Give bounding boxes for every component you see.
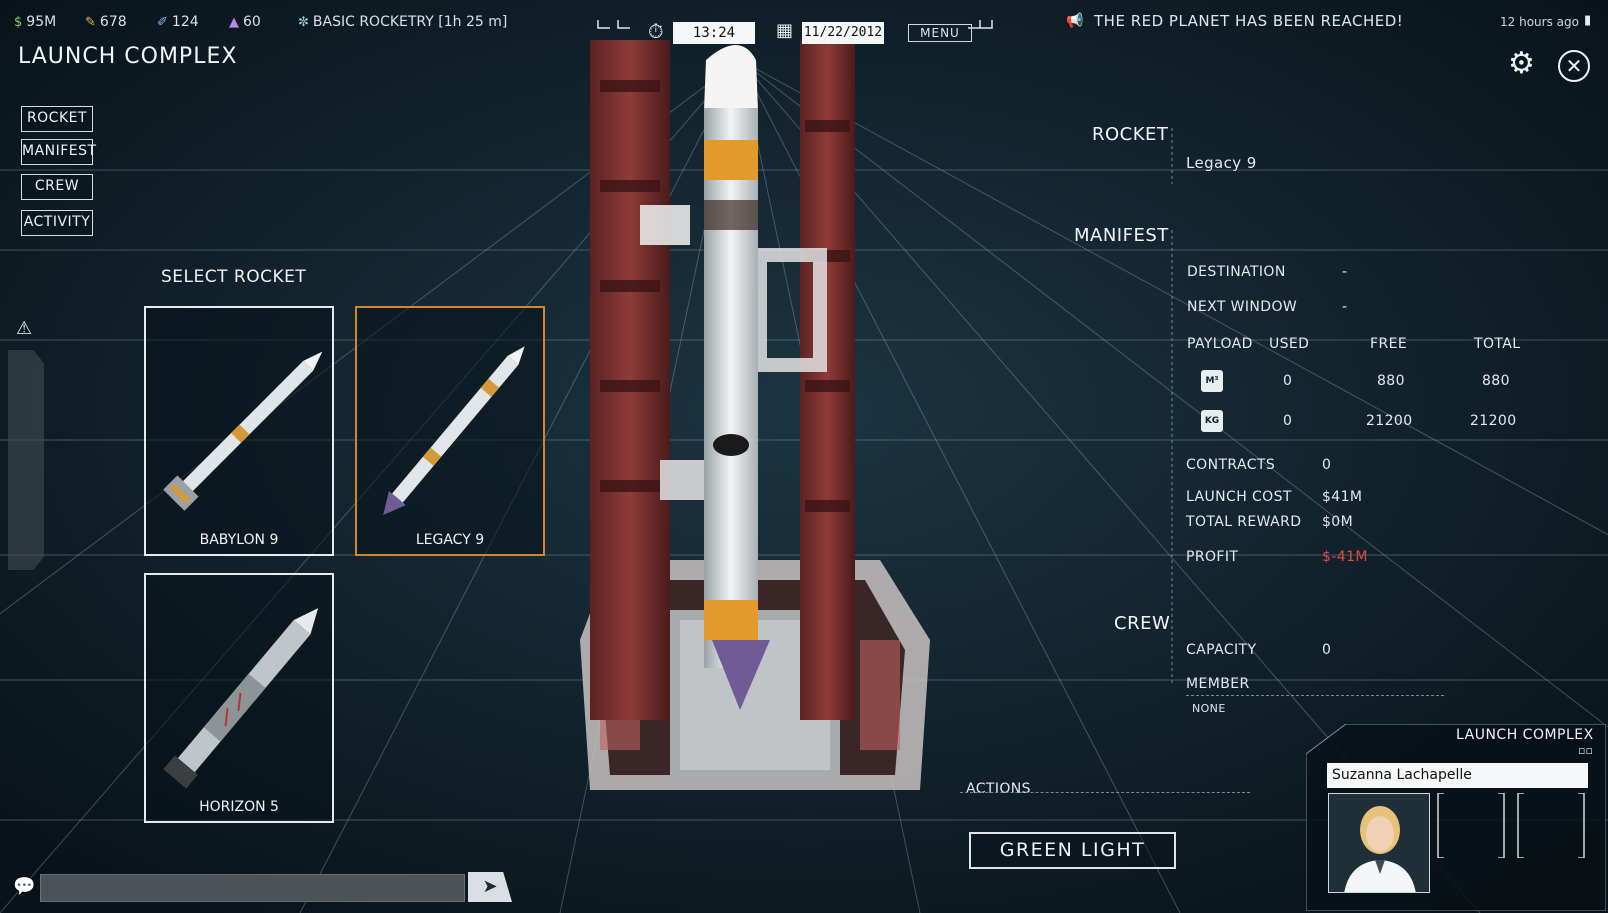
rocket-header: ROCKET (1092, 124, 1169, 145)
nav-manifest-button[interactable]: MANIFEST (21, 139, 96, 165)
nav-activity-button[interactable]: ACTIVITY (21, 210, 93, 236)
megaphone-icon: 📢 (1066, 13, 1084, 29)
green-light-button[interactable]: GREEN LIGHT (969, 832, 1176, 869)
news-headline[interactable]: THE RED PLANET HAS BEEN REACHED! (1094, 12, 1403, 30)
dollar-icon: $ (14, 14, 23, 30)
resource-d-value: 60 (243, 14, 261, 30)
triangle-icon: ▲ (229, 14, 239, 30)
chat-input[interactable] (40, 874, 465, 902)
select-rocket-label: SELECT ROCKET (161, 267, 307, 287)
volume-total: 880 (1482, 373, 1510, 389)
volume-free: 880 (1377, 373, 1405, 389)
capacity-label: CAPACITY (1186, 642, 1257, 658)
rocket-icon (383, 346, 525, 515)
resource-b-indicator: ✎ 678 (85, 14, 127, 30)
resource-b-value: 678 (99, 14, 127, 30)
time-controls: ⏱ 13:24 ▦ 11/22/2012 MENU (588, 8, 1008, 44)
rocket-icon (163, 608, 319, 789)
nav-crew-button[interactable]: CREW (21, 174, 93, 200)
game-clock: 13:24 (673, 22, 755, 44)
next-window-label: NEXT WINDOW (1187, 299, 1298, 315)
character-name: Suzanna Lachapelle (1327, 763, 1588, 788)
nav-rocket-button[interactable]: ROCKET (21, 106, 93, 132)
news-panel-icon[interactable]: ▮ (1584, 13, 1591, 28)
launch-cost-label: LAUNCH COST (1186, 489, 1292, 505)
total-reward-value: $0M (1322, 514, 1354, 530)
chat-icon[interactable]: 💬 (13, 876, 35, 897)
panel-expand-icon[interactable]: ▫▫ (1578, 744, 1593, 757)
stopwatch-icon[interactable]: ⏱ (648, 19, 664, 43)
avatar (1329, 794, 1429, 892)
info-panel-bracket (1171, 128, 1173, 684)
destination-value: - (1342, 264, 1348, 280)
total-header: TOTAL (1474, 336, 1521, 352)
warning-icon[interactable]: ⚠ (16, 318, 32, 339)
contracts-label: CONTRACTS (1186, 457, 1276, 473)
rocket-card-name: BABYLON 9 (199, 532, 279, 548)
rocket-card-name: LEGACY 9 (415, 532, 485, 548)
close-icon[interactable]: ✕ (1558, 50, 1590, 82)
manifest-header: MANIFEST (1074, 225, 1169, 246)
money-value: 95M (26, 14, 57, 30)
next-window-value: - (1342, 299, 1348, 315)
member-label: MEMBER (1186, 676, 1250, 692)
atom-icon: ✼ (298, 14, 309, 30)
total-reward-label: TOTAL REWARD (1186, 514, 1302, 530)
menu-button[interactable]: MENU (908, 24, 972, 42)
settings-gear-icon[interactable]: ⚙ (1508, 46, 1535, 81)
rocket-card-babylon-9[interactable]: BABYLON 9 (144, 306, 334, 556)
used-header: USED (1269, 336, 1310, 352)
research-value: BASIC ROCKETRY [1h 25 m] (312, 14, 508, 30)
rocket-icon (163, 351, 323, 511)
contracts-value: 0 (1322, 457, 1332, 473)
news-timestamp: 12 hours ago (1500, 15, 1579, 29)
mass-icon: KG (1201, 410, 1223, 432)
character-portrait[interactable] (1328, 793, 1430, 893)
crew-slot-empty[interactable] (1436, 793, 1506, 858)
top-status-bar: $ 95M ✎ 678 ✐ 124 ▲ 60 ✼ BASIC ROCKETRY … (0, 0, 1608, 44)
destination-label: DESTINATION (1187, 264, 1286, 280)
resource-c-indicator: ✐ 124 (157, 14, 199, 30)
mass-free: 21200 (1366, 413, 1413, 429)
character-panel-title: LAUNCH COMPLEX (1456, 727, 1594, 743)
money-indicator: $ 95M (14, 14, 56, 30)
profit-value: $-41M (1322, 549, 1368, 565)
member-divider (1186, 695, 1444, 696)
member-value: NONE (1192, 702, 1226, 715)
mass-total: 21200 (1470, 413, 1517, 429)
calendar-icon[interactable]: ▦ (776, 20, 793, 41)
rocket-card-legacy-9[interactable]: LEGACY 9 (355, 306, 545, 556)
crew-slot-empty[interactable] (1516, 793, 1586, 858)
payload-label: PAYLOAD (1187, 336, 1253, 352)
page-title: LAUNCH COMPLEX (18, 44, 238, 69)
volume-icon: M³ (1201, 370, 1223, 392)
left-side-tray[interactable] (8, 350, 44, 570)
profit-label: PROFIT (1186, 549, 1239, 565)
actions-label: ACTIONS (966, 781, 1031, 797)
wrench-icon: ✎ (85, 14, 96, 30)
resource-c-value: 124 (171, 14, 199, 30)
launch-cost-value: $41M (1322, 489, 1363, 505)
free-header: FREE (1370, 336, 1408, 352)
flask-icon: ✐ (157, 14, 168, 30)
crew-header: CREW (1114, 613, 1171, 634)
resource-d-indicator: ▲ 60 (229, 14, 261, 30)
rocket-card-name: HORIZON 5 (199, 799, 279, 815)
rocket-card-horizon-5[interactable]: HORIZON 5 (144, 573, 334, 823)
research-indicator[interactable]: ✼ BASIC ROCKETRY [1h 25 m] (298, 14, 507, 30)
actions-divider (960, 792, 1250, 793)
capacity-value: 0 (1322, 642, 1332, 658)
volume-used: 0 (1283, 373, 1293, 389)
mass-used: 0 (1283, 413, 1293, 429)
game-date: 11/22/2012 (802, 22, 884, 44)
rocket-name: Legacy 9 (1186, 154, 1257, 172)
